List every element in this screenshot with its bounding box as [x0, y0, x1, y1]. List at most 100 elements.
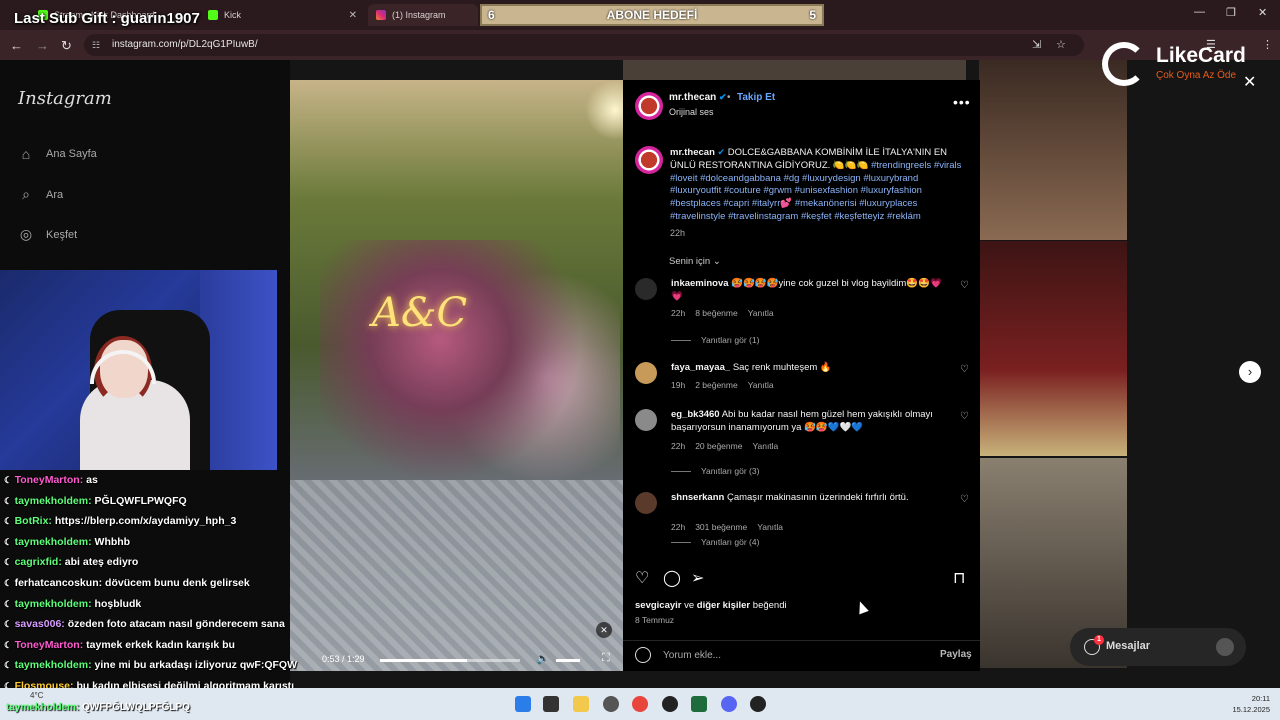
volume-icon[interactable]: 🔈	[536, 652, 550, 665]
commenter-avatar[interactable]	[635, 492, 657, 514]
commenter-avatar[interactable]	[635, 278, 657, 300]
likes-summary[interactable]: sevgicayir ve diğer kişiler beğendi	[635, 600, 787, 611]
minimize-icon[interactable]: —	[1194, 6, 1205, 18]
sidebar-item-search[interactable]: ⌕ Ara	[18, 186, 63, 203]
reply-button[interactable]: Yanıtla	[757, 522, 783, 532]
comment-likes[interactable]: 2 beğenme	[695, 380, 738, 390]
chat-line: ☾ ToneyMarton: as	[4, 474, 334, 495]
close-modal-icon[interactable]: ✕	[1243, 72, 1256, 92]
volume-slider[interactable]	[556, 659, 580, 662]
system-clock[interactable]: 20:11 15.12.2025	[1210, 693, 1270, 715]
discord-icon[interactable]	[721, 696, 737, 712]
liked-by-user[interactable]: sevgicayir	[635, 600, 681, 611]
back-icon[interactable]: ←	[10, 38, 23, 53]
obs-icon[interactable]	[603, 696, 619, 712]
commenter-name[interactable]: shnserkann	[671, 492, 724, 503]
more-options-icon[interactable]: •••	[953, 94, 971, 110]
comment-sort-dropdown[interactable]: Senin için ⌄	[669, 256, 721, 267]
chat-line: ☾ ToneyMarton: taymek erkek kadın karışı…	[4, 639, 334, 660]
comment-like-icon[interactable]: ♡	[960, 411, 969, 422]
chat-line: ☾ taymekholdem: PĞLQWFLPWQFQ	[4, 495, 334, 516]
caption-author[interactable]: mr.thecan	[670, 147, 715, 158]
sidebar-item-label: Ana Sayfa	[46, 148, 97, 160]
browser-tab-active[interactable]: (1) Instagram	[368, 4, 478, 26]
app-icon[interactable]	[662, 696, 678, 712]
maximize-icon[interactable]: ❐	[1226, 6, 1236, 19]
commenter-avatar[interactable]	[635, 409, 657, 431]
comment-likes[interactable]: 301 beğenme	[695, 522, 747, 532]
caption-avatar[interactable]	[635, 146, 663, 174]
grid-post-tile[interactable]	[979, 241, 1127, 456]
comment-icon[interactable]: ◯	[663, 568, 681, 588]
task-view-icon[interactable]	[543, 696, 559, 712]
post-caption: mr.thecan ✔ DOLCE&GABBANA KOMBİNİM İLE İ…	[670, 146, 970, 224]
save-bookmark-icon[interactable]: ⊓	[953, 568, 965, 588]
kick-icon	[208, 10, 218, 20]
comment-meta: 22h 8 beğenme Yanıtla	[671, 308, 784, 318]
mute-icon[interactable]: ✕	[596, 622, 612, 638]
chat-message: hoşbludk	[94, 597, 142, 610]
chat-badge-icon: ☾	[4, 598, 15, 609]
post-author[interactable]: mr.thecan ✔	[669, 92, 727, 103]
comment-like-icon[interactable]: ♡	[960, 494, 969, 505]
app-icon[interactable]	[691, 696, 707, 712]
file-explorer-icon[interactable]	[573, 696, 589, 712]
next-post-arrow-icon[interactable]: ›	[1239, 361, 1261, 383]
chat-user: taymekholdem:	[14, 494, 92, 507]
reply-button[interactable]: Yanıtla	[748, 308, 774, 318]
messages-label: Mesajlar	[1106, 640, 1151, 652]
commenter-name[interactable]: faya_mayaa_	[671, 362, 730, 373]
comment-likes[interactable]: 8 beğenme	[695, 308, 738, 318]
messages-button[interactable]: 1 Mesajlar	[1070, 628, 1246, 666]
commenter-name[interactable]: eg_bk3460	[671, 409, 720, 420]
emoji-icon[interactable]	[635, 647, 651, 663]
comment-likes[interactable]: 20 beğenme	[695, 441, 742, 451]
sidebar-item-home[interactable]: ⌂ Ana Sayfa	[18, 146, 97, 162]
grid-post-tile[interactable]	[623, 60, 966, 80]
comment-input[interactable]	[663, 647, 913, 663]
chat-line: ☾ taymekholdem: hoşbludk	[4, 598, 334, 619]
video-progress-bar[interactable]	[380, 659, 520, 662]
url-input[interactable]: instagram.com/p/DL2qG1PIuwB/	[84, 34, 1084, 56]
weather-widget[interactable]: 4°C	[30, 691, 43, 700]
commenter-avatar[interactable]	[635, 362, 657, 384]
start-icon[interactable]	[515, 696, 531, 712]
share-icon[interactable]: ➢	[691, 568, 704, 588]
instagram-logo[interactable]: Instagram	[18, 88, 112, 109]
bookmark-star-icon[interactable]: ☆	[1056, 38, 1066, 51]
sidebar-item-explore[interactable]: ◎ Keşfet	[18, 226, 77, 243]
verified-icon: ✔	[717, 147, 726, 157]
post-comment-button[interactable]: Paylaş	[940, 649, 972, 660]
reply-button[interactable]: Yanıtla	[752, 441, 778, 451]
liked-by-others[interactable]: diğer kişiler	[697, 600, 750, 611]
close-window-icon[interactable]: ✕	[1258, 6, 1267, 19]
fullscreen-icon[interactable]: ⛶	[602, 652, 610, 665]
author-avatar[interactable]	[635, 92, 663, 120]
site-info-icon[interactable]: ☷	[92, 40, 100, 51]
browser-tab[interactable]: Kick ✕	[200, 4, 365, 26]
post-video[interactable]: A&C	[290, 80, 623, 671]
like-heart-icon[interactable]: ♡	[635, 568, 649, 588]
view-replies-button[interactable]: Yanıtları gör (1)	[671, 335, 759, 345]
chat-line: ☾ BotRix: https://blerp.com/x/aydamiyy_h…	[4, 515, 334, 536]
comment-meta: 22h 20 beğenme Yanıtla	[671, 441, 788, 451]
follow-button[interactable]: Takip Et	[737, 92, 775, 103]
comment-time: 19h	[671, 380, 686, 390]
reply-button[interactable]: Yanıtla	[748, 380, 774, 390]
commenter-name[interactable]: inkaeminova	[671, 278, 729, 289]
reload-icon[interactable]: ↻	[61, 38, 72, 54]
original-audio-link[interactable]: Orijinal ses	[669, 107, 714, 117]
chrome-icon[interactable]	[632, 696, 648, 712]
video-floor	[290, 480, 623, 671]
install-app-icon[interactable]: ⇲	[1032, 38, 1041, 51]
forward-icon[interactable]: →	[36, 38, 49, 53]
close-tab-icon[interactable]: ✕	[349, 10, 357, 21]
verified-icon: ✔	[719, 92, 727, 102]
chat-badge-icon: ☾	[4, 516, 15, 527]
view-replies-button[interactable]: Yanıtları gör (4)	[671, 537, 759, 547]
app-icon[interactable]	[750, 696, 766, 712]
comment-like-icon[interactable]: ♡	[960, 280, 969, 291]
comment-like-icon[interactable]: ♡	[960, 364, 969, 375]
view-replies-button[interactable]: Yanıtları gör (3)	[671, 466, 759, 476]
sort-label: Senin için	[669, 256, 711, 267]
